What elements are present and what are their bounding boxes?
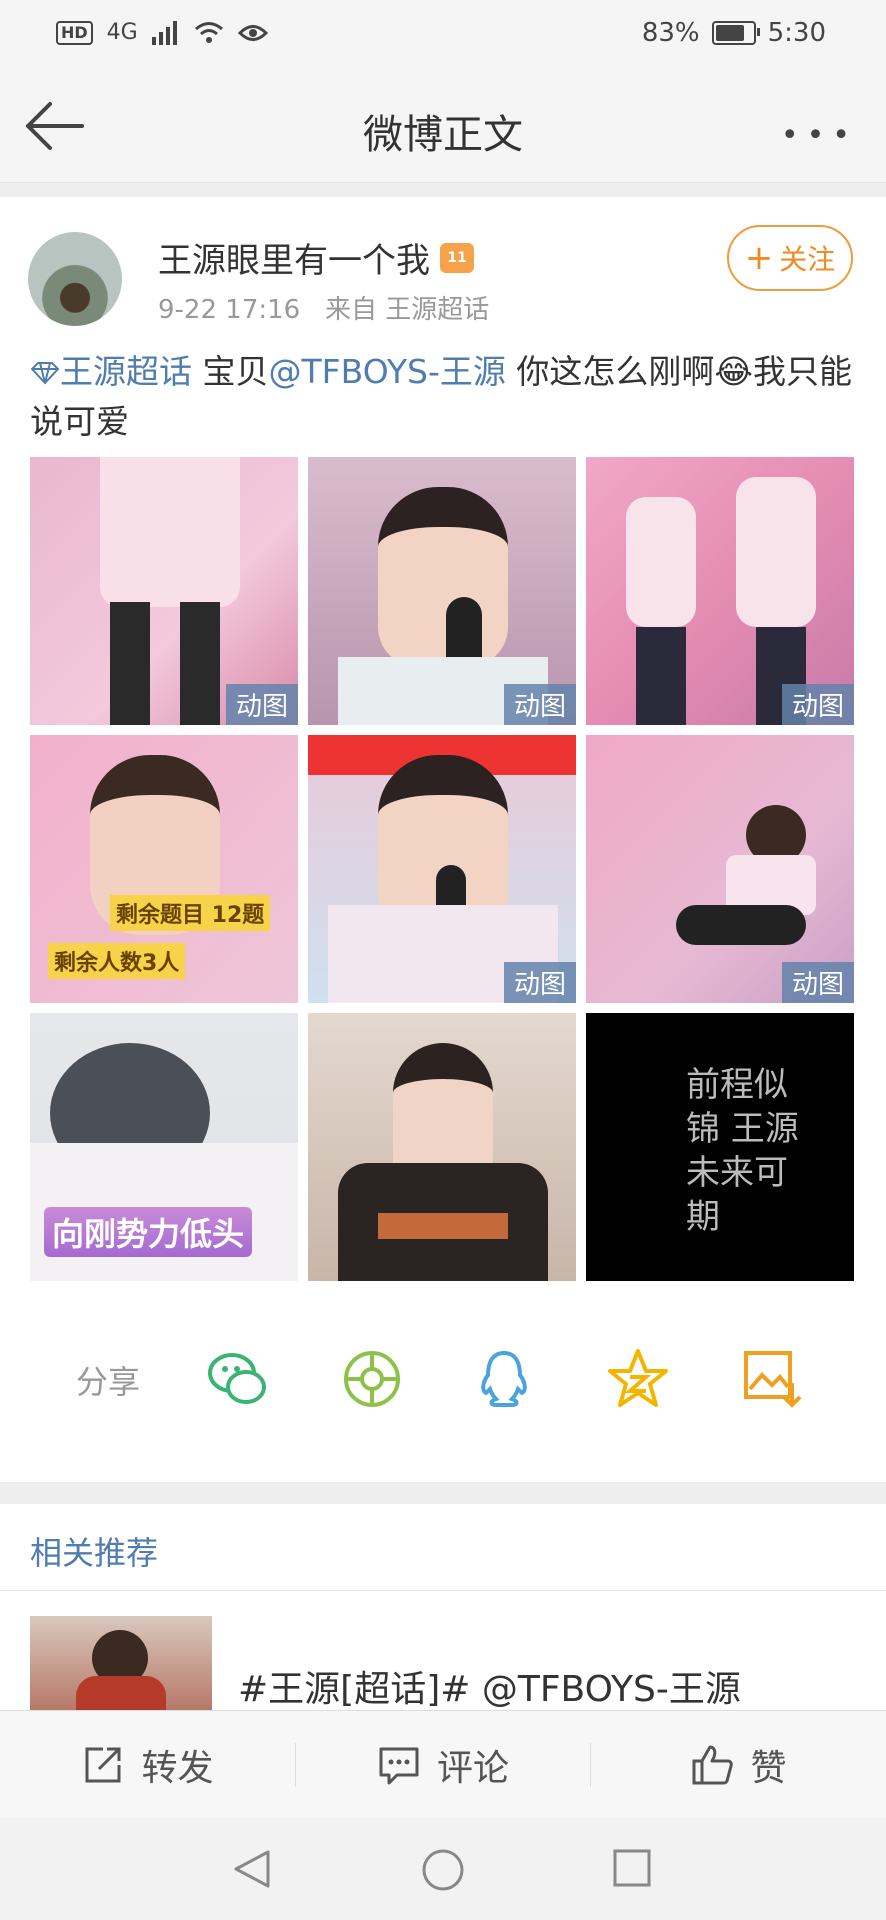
post-source: 来自 王源超话 — [325, 295, 490, 325]
grid-image-1[interactable]: 动图 — [30, 457, 298, 725]
diamond-icon — [30, 362, 60, 385]
repost-icon — [85, 1747, 121, 1783]
post-meta: 9-22 17:16 来自 王源超话 — [158, 289, 489, 326]
grid-image-6[interactable]: 动图 — [586, 735, 854, 1003]
nav-back-icon[interactable] — [232, 1848, 272, 1890]
topic-link[interactable]: 王源超话 — [30, 352, 192, 391]
clock: 5:30 — [767, 18, 826, 48]
face — [378, 487, 508, 667]
like-button[interactable]: 赞 — [591, 1711, 886, 1819]
more-options-icon[interactable]: ••• — [781, 118, 858, 153]
repost-button[interactable]: 转发 — [0, 1711, 295, 1819]
sweater-stripe — [378, 1213, 508, 1239]
wechat-icon[interactable] — [206, 1347, 270, 1411]
moments-icon[interactable] — [340, 1347, 404, 1411]
gif-tag: 动图 — [781, 684, 854, 725]
thumbs-up-icon — [692, 1745, 734, 1785]
post-text: 王源超话 宝贝@TFBOYS-王源 你这怎么刚啊😂我只能说可爱 — [30, 347, 856, 447]
comment-icon — [379, 1747, 419, 1785]
calligraphy-text: 前程似锦 王源 未来可期 — [686, 1065, 799, 1237]
battery-percent: 83% — [641, 18, 700, 48]
grid-image-5[interactable]: 动图 — [308, 735, 576, 1003]
figure-leg — [180, 602, 220, 725]
nav-recents-icon[interactable] — [612, 1848, 652, 1888]
mention-link[interactable]: @TFBOYS-王源 — [269, 352, 506, 391]
legs — [676, 905, 806, 945]
avatar[interactable] — [28, 232, 122, 326]
save-image-icon[interactable] — [740, 1347, 804, 1411]
like-label: 赞 — [750, 1748, 787, 1789]
figure-legs — [636, 627, 686, 725]
grid-image-3[interactable]: 动图 — [586, 457, 854, 725]
follow-button[interactable]: + 关注 — [727, 225, 853, 291]
gif-tag: 动图 — [225, 684, 298, 725]
wifi-icon — [194, 21, 223, 43]
grid-image-2[interactable]: 动图 — [308, 457, 576, 725]
figure-right — [736, 477, 816, 627]
share-label: 分享 — [76, 1363, 141, 1401]
divider-line — [0, 1590, 886, 1591]
image-caption: 向刚势力低头 — [44, 1207, 253, 1257]
section-divider — [0, 183, 886, 197]
plus-icon: + — [744, 238, 774, 278]
nav-home-icon[interactable] — [421, 1848, 465, 1892]
post-author[interactable]: 王源眼里有一个我 11 — [158, 233, 474, 282]
overlay-text-1: 剩余题目 12题 — [110, 895, 271, 931]
system-nav-bar — [0, 1818, 886, 1920]
figure-shirt — [100, 457, 240, 607]
gif-tag: 动图 — [503, 684, 576, 725]
hd-icon: HD — [56, 20, 93, 45]
grid-image-8[interactable] — [308, 1013, 576, 1281]
recommend-item-text[interactable]: #王源[超话]# @TFBOYS-王源 — [238, 1660, 741, 1712]
eye-icon — [237, 24, 268, 41]
nav-bar: 微博正文 ••• — [0, 70, 886, 183]
share-bar: 分享 — [0, 1317, 886, 1437]
text-before: 宝贝 — [192, 352, 269, 391]
topic-text[interactable]: 王源超话 — [60, 352, 192, 391]
recommend-title: 相关推荐 — [30, 1534, 159, 1572]
author-name[interactable]: 王源眼里有一个我 — [158, 233, 430, 282]
comment-label: 评论 — [436, 1748, 509, 1789]
figure-leg — [110, 602, 150, 725]
gif-tag: 动图 — [781, 962, 854, 1003]
comment-button[interactable]: 评论 — [296, 1711, 590, 1819]
qzone-icon[interactable] — [606, 1347, 670, 1411]
follow-label: 关注 — [779, 243, 836, 276]
overlay-text-2: 剩余人数3人 — [48, 943, 186, 979]
battery-fill — [715, 25, 744, 41]
figure-left — [626, 497, 696, 627]
page-title: 微博正文 — [363, 112, 523, 158]
status-bar: HD 4G 83% 5:30 — [0, 0, 886, 70]
section-divider — [0, 1482, 886, 1504]
gif-tag: 动图 — [503, 962, 576, 1003]
battery-icon — [711, 21, 760, 45]
grid-image-4[interactable]: 剩余题目 12题 剩余人数3人 — [30, 735, 298, 1003]
action-bar: 转发 评论 赞 — [0, 1710, 886, 1819]
image-grid: 动图 动图 动图 剩余题目 12题 剩余人数3人 动图 动图 向刚势力低头 前程… — [30, 457, 856, 1281]
status-right: 83% 5:30 — [642, 18, 826, 48]
network-label: 4G — [106, 20, 138, 45]
vip-badge-icon: 11 — [440, 242, 474, 273]
qq-icon[interactable] — [472, 1347, 536, 1411]
grid-image-7[interactable]: 向刚势力低头 — [30, 1013, 298, 1281]
post-time: 9-22 17:16 — [158, 295, 301, 325]
signal-icon — [151, 20, 177, 45]
status-left: HD 4G — [56, 20, 268, 45]
grid-image-9[interactable]: 前程似锦 王源 未来可期 — [586, 1013, 854, 1281]
repost-label: 转发 — [141, 1748, 214, 1789]
